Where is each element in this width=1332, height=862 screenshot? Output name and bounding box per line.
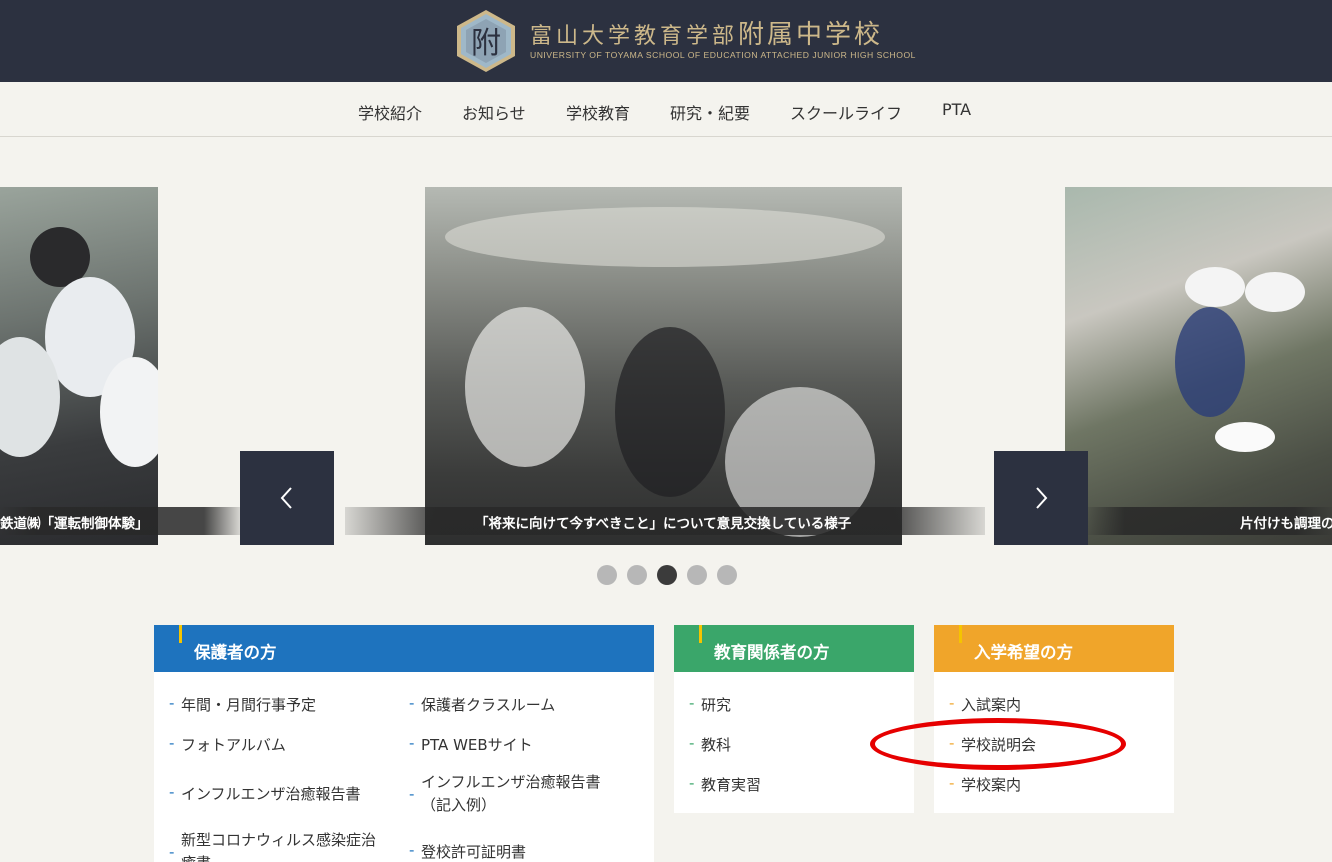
bullet-dash: - <box>169 783 175 801</box>
slide-caption-next: 片付けも調理の <box>1240 516 1332 532</box>
card-parents: 保護者の方 - 年間・月間行事予定 - 保護者クラスルーム - フォトアルバム … <box>154 625 654 862</box>
link-subjects[interactable]: 教科 <box>701 734 731 755</box>
card-educators: 教育関係者の方 - 研究 - 教科 - 教育実習 <box>674 625 914 813</box>
bullet-dash: - <box>949 694 955 712</box>
header-accent-mark <box>179 625 182 643</box>
chevron-left-icon <box>280 487 292 509</box>
school-emblem-icon[interactable]: 附 <box>455 9 517 73</box>
slider-prev-button[interactable] <box>240 451 334 545</box>
slider-next-button[interactable] <box>994 451 1088 545</box>
main-nav: 学校紹介 お知らせ 学校教育 研究・紀要 スクールライフ PTA <box>0 82 1332 137</box>
photo-shape <box>1215 422 1275 452</box>
bullet-dash: - <box>169 734 175 752</box>
link-attendance-certificate[interactable]: 登校許可証明書 <box>421 841 526 862</box>
slider-dot-1[interactable] <box>597 565 617 585</box>
slide-image-prev[interactable] <box>0 187 158 545</box>
site-title-school: 附属中学校 <box>738 20 884 50</box>
photo-shape <box>100 357 158 467</box>
card-educators-header: 教育関係者の方 <box>674 625 914 672</box>
site-title-university: 富山大学教育学部 <box>530 24 739 49</box>
bullet-dash: - <box>409 841 415 859</box>
bullet-dash: - <box>689 734 695 752</box>
card-applicants-header: 入学希望の方 <box>934 625 1174 672</box>
link-parent-classroom[interactable]: 保護者クラスルーム <box>421 694 555 715</box>
link-annual-schedule[interactable]: 年間・月間行事予定 <box>181 694 316 715</box>
nav-item-education[interactable]: 学校教育 <box>566 100 630 124</box>
link-pta-website[interactable]: PTA WEBサイト <box>421 734 533 755</box>
link-photo-album[interactable]: フォトアルバム <box>181 734 286 755</box>
nav-item-research[interactable]: 研究・紀要 <box>670 100 750 124</box>
slide-image-next[interactable] <box>1065 187 1332 545</box>
photo-shape <box>1175 307 1245 417</box>
link-admission-guide[interactable]: 入試案内 <box>961 694 1021 715</box>
nav-item-school-life[interactable]: スクールライフ <box>790 100 902 124</box>
header-accent-mark <box>699 625 702 643</box>
slider-dot-3[interactable] <box>657 565 677 585</box>
slide-image-current[interactable] <box>425 187 902 545</box>
bullet-dash: - <box>409 694 415 712</box>
bullet-dash: - <box>689 774 695 792</box>
card-applicants-title: 入学希望の方 <box>974 643 1073 662</box>
link-influenza-report-example[interactable]: インフルエンザ治癒報告書 <box>421 771 601 792</box>
card-educators-title: 教育関係者の方 <box>714 643 830 662</box>
slider-dot-5[interactable] <box>717 565 737 585</box>
link-school-guide[interactable]: 学校案内 <box>961 774 1021 795</box>
site-subtitle: UNIVERSITY OF TOYAMA SCHOOL OF EDUCATION… <box>530 50 916 60</box>
photo-shape <box>1185 267 1245 307</box>
nav-item-news[interactable]: お知らせ <box>462 100 526 124</box>
bullet-dash: - <box>169 694 175 712</box>
link-influenza-report[interactable]: インフルエンザ治癒報告書 <box>181 783 361 804</box>
site-header: 附 富山大学教育学部附属中学校 UNIVERSITY OF TOYAMA SCH… <box>0 0 1332 82</box>
bullet-dash: - <box>409 734 415 752</box>
chevron-right-icon <box>1036 487 1048 509</box>
link-covid-certificate-cont[interactable]: 癒書 <box>181 852 211 862</box>
nav-item-pta[interactable]: PTA <box>942 100 971 119</box>
slide-caption-prev: 鉄道㈱「運転制御体験」 <box>0 516 149 532</box>
photo-shape <box>445 207 885 267</box>
slide-caption-current: 「将来に向けて今すべきこと」について意見交換している様子 <box>475 516 852 532</box>
link-influenza-report-example-note[interactable]: （記入例） <box>421 794 496 815</box>
photo-shape <box>615 327 725 497</box>
link-research[interactable]: 研究 <box>701 694 731 715</box>
header-accent-mark <box>959 625 962 643</box>
card-parents-header: 保護者の方 <box>154 625 654 672</box>
bullet-dash: - <box>949 774 955 792</box>
bullet-dash: - <box>409 785 415 803</box>
link-teaching-practice[interactable]: 教育実習 <box>701 774 761 795</box>
photo-shape <box>1245 272 1305 312</box>
bullet-dash: - <box>689 694 695 712</box>
slider-dot-4[interactable] <box>687 565 707 585</box>
site-title[interactable]: 富山大学教育学部附属中学校 <box>530 14 883 51</box>
slider-dot-2[interactable] <box>627 565 647 585</box>
card-parents-title: 保護者の方 <box>194 643 277 662</box>
link-covid-certificate[interactable]: 新型コロナウィルス感染症治 <box>181 829 376 850</box>
emblem-char: 附 <box>471 26 501 61</box>
photo-shape <box>465 307 585 467</box>
nav-item-about[interactable]: 学校紹介 <box>358 100 422 124</box>
highlight-ellipse <box>870 718 1126 770</box>
bullet-dash: - <box>169 843 175 861</box>
